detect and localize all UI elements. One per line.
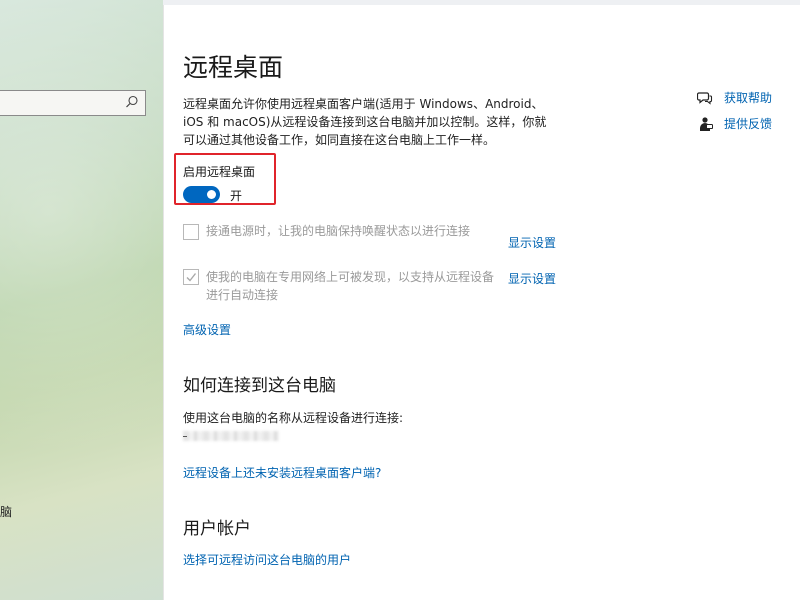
connect-instructions: 使用这台电脑的名称从远程设备进行连接: <box>183 411 404 425</box>
advanced-settings-link[interactable]: 高级设置 <box>183 321 231 338</box>
user-accounts-title: 用户帐户 <box>183 519 251 539</box>
pc-name-redacted <box>183 431 279 441</box>
checkmark-icon <box>186 273 197 282</box>
discoverable-checkbox[interactable] <box>183 269 199 285</box>
search-icon[interactable] <box>125 95 139 109</box>
pc-name-dash <box>183 436 187 437</box>
show-settings-link-power[interactable]: 显示设置 <box>508 234 556 251</box>
keep-awake-label: 接通电源时，让我的电脑保持唤醒状态以进行连接 <box>206 224 471 238</box>
show-settings-link-network[interactable]: 显示设置 <box>508 270 556 287</box>
feedback-person-icon <box>700 117 713 131</box>
remote-desktop-toggle-state: 开 <box>230 189 243 203</box>
page-title: 远程桌面 <box>183 53 284 82</box>
title-bar <box>163 0 800 5</box>
help-chat-icon <box>697 92 713 105</box>
select-users-link[interactable]: 选择可远程访问这台电脑的用户 <box>183 551 351 568</box>
client-not-installed-link[interactable]: 远程设备上还未安装远程桌面客户端? <box>183 464 381 481</box>
sidebar-item-fragment[interactable]: 脑 <box>0 503 12 520</box>
sidebar: 脑 <box>0 0 164 600</box>
toggle-knob <box>207 190 216 199</box>
search-input[interactable] <box>0 90 146 116</box>
page-description: 远程桌面允许你使用远程桌面客户端(适用于 Windows、Android、iOS… <box>183 97 547 147</box>
feedback-link[interactable]: 提供反馈 <box>724 115 772 132</box>
get-help-link[interactable]: 获取帮助 <box>724 89 772 106</box>
how-to-connect-title: 如何连接到这台电脑 <box>183 376 336 396</box>
discoverable-label: 使我的电脑在专用网络上可被发现，以支持从远程设备进行自动连接 <box>206 270 495 302</box>
keep-awake-checkbox[interactable] <box>183 224 199 240</box>
remote-desktop-toggle[interactable] <box>183 186 220 203</box>
remote-desktop-toggle-label: 启用远程桌面 <box>183 165 256 179</box>
